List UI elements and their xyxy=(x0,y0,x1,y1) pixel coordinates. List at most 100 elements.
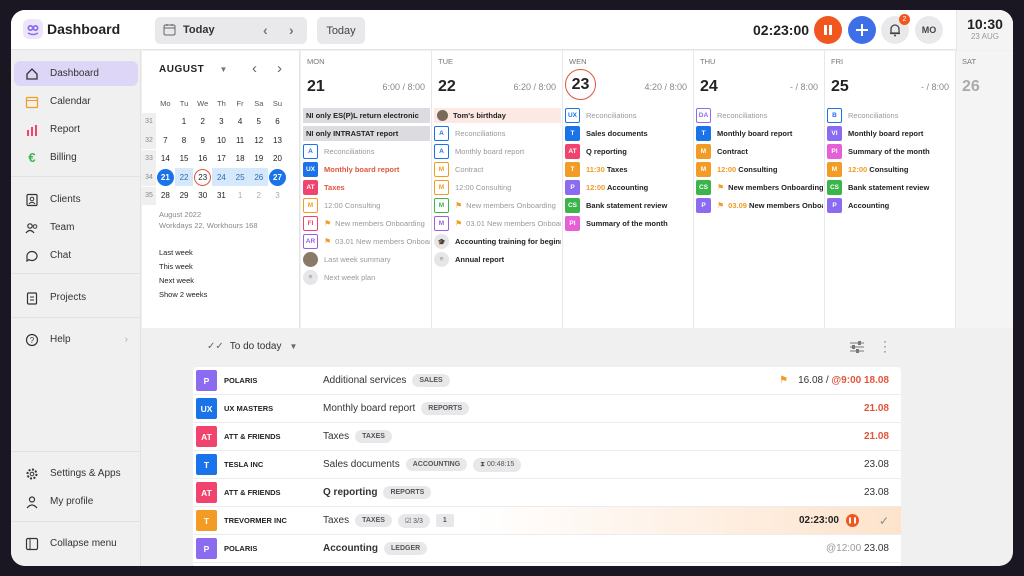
calendar-event[interactable]: PI Summary of the month xyxy=(565,216,692,231)
sidebar-item-billing[interactable]: € Billing xyxy=(14,145,138,170)
calendar-event[interactable]: M 12:00 Consulting xyxy=(827,162,954,177)
calendar-event[interactable]: A Monthly board report xyxy=(434,144,561,159)
calendar-day[interactable]: 4 xyxy=(231,113,250,131)
todo-row[interactable]: UX UX MASTERS Monthly board report REPORTS 2… xyxy=(193,395,901,423)
more-vertical-icon[interactable]: · · · xyxy=(883,335,887,357)
pause-icon[interactable]: ❚❚ xyxy=(846,514,859,527)
sidebar-item-settings-apps[interactable]: Settings & Apps xyxy=(14,461,138,486)
calendar-event[interactable]: M ⚑03.01 New members Onboarding xyxy=(434,216,561,231)
calendar-day[interactable]: 13 xyxy=(268,131,287,149)
sidebar-item-projects[interactable]: Projects xyxy=(14,285,138,310)
calendar-event[interactable]: Last week summary xyxy=(303,252,430,267)
task-name[interactable]: Monthly board report xyxy=(323,403,415,414)
week-number[interactable]: 33 xyxy=(142,149,156,168)
chevron-left-icon[interactable]: ‹ xyxy=(263,22,268,38)
shortcut-last-week[interactable]: Last week xyxy=(159,246,207,260)
calendar-event[interactable]: T Monthly board report xyxy=(696,126,823,141)
chevron-right-icon[interactable]: › xyxy=(289,22,294,38)
calendar-event[interactable]: A Reconciliations xyxy=(434,126,561,141)
calendar-event[interactable]: M Contract xyxy=(696,144,823,159)
task-name[interactable]: Taxes xyxy=(323,515,349,526)
day-column-wen[interactable]: WEN 23 4:20 / 8:00 UX Reconciliations T Sales … xyxy=(563,51,694,328)
calendar-event[interactable]: UX Monthly board report xyxy=(303,162,430,177)
calendar-event[interactable]: ≡ Annual report xyxy=(434,252,561,267)
task-name[interactable]: Q reporting xyxy=(323,487,377,498)
calendar-event[interactable]: PI Summary of the month xyxy=(827,144,954,159)
calendar-day[interactable]: 21 xyxy=(156,168,174,186)
calendar-day[interactable]: 7 xyxy=(156,131,175,149)
week-number[interactable]: 32 xyxy=(142,131,156,150)
sidebar-item-report[interactable]: Report xyxy=(14,117,138,142)
calendar-event[interactable]: P 12:00 Accounting xyxy=(565,180,692,195)
todo-row[interactable]: P POLARIS Accounting LEDGER @12:00 23.08 xyxy=(193,535,901,563)
calendar-day[interactable]: 20 xyxy=(268,150,287,168)
calendar-day[interactable]: 23 xyxy=(194,168,212,186)
day-column-thu[interactable]: THU 24 - / 8:00 DA Reconciliations T Monthly b… xyxy=(694,51,825,328)
owl-logo-icon[interactable] xyxy=(23,19,43,39)
calendar-event[interactable]: M 12:00 Consulting xyxy=(696,162,823,177)
calendar-day[interactable]: 11 xyxy=(231,131,250,149)
calendar-event[interactable]: CS ⚑ New members Onboarding xyxy=(696,180,823,195)
chevron-down-icon[interactable]: ▼ xyxy=(289,342,297,351)
filter-sliders-icon[interactable] xyxy=(849,340,865,359)
calendar-day[interactable]: 18 xyxy=(231,150,250,168)
todo-header[interactable]: ✓✓ To do today ▼ xyxy=(207,341,297,352)
calendar-event[interactable]: M ⚑ New members Onboarding xyxy=(434,198,561,213)
day-column-mon[interactable]: MON 21 6:00 / 8:00 NI only ES(P)L return el… xyxy=(301,51,432,328)
calendar-event[interactable]: CS Bank statement review xyxy=(827,180,954,195)
calendar-event[interactable]: P ⚑03.09 New members Onboarding xyxy=(696,198,823,213)
todo-row[interactable]: P POLARIS Additional services SALES ⚑ 16.08 /… xyxy=(193,367,901,395)
calendar-day[interactable]: 5 xyxy=(249,113,268,131)
calendar-event[interactable]: A Reconciliations xyxy=(303,144,430,159)
sidebar-item-collapse-menu[interactable]: Collapse menu xyxy=(14,531,138,556)
todo-row[interactable]: T TREVORMER INC Taxes TAXES ☑ 3/3 1 02:23:00 ❚❚… xyxy=(193,507,901,535)
calendar-day[interactable]: 9 xyxy=(193,131,212,149)
calendar-event[interactable]: AT Taxes xyxy=(303,180,430,195)
calendar-event[interactable]: AT Q reporting xyxy=(565,144,692,159)
calendar-event[interactable]: CS Bank statement review xyxy=(565,198,692,213)
sidebar-item-calendar[interactable]: Calendar xyxy=(14,89,138,114)
calendar-event[interactable]: T 11:30 Taxes xyxy=(565,162,692,177)
calendar-day[interactable]: 22 xyxy=(174,168,194,187)
calendar-day[interactable]: 26 xyxy=(249,168,269,187)
pause-timer-button[interactable] xyxy=(814,16,842,44)
calendar-day[interactable]: 10 xyxy=(212,131,231,149)
day-column-tue[interactable]: TUE 22 6:20 / 8:00 Tom's birthday A Reconcili… xyxy=(432,51,563,328)
calendar-day[interactable]: 15 xyxy=(175,150,194,168)
calendar-event[interactable]: FI ⚑ New members Onboarding xyxy=(303,216,430,231)
check-icon[interactable]: ✓ xyxy=(879,514,889,528)
calendar-event[interactable]: NI only INTRASTAT report xyxy=(303,126,430,141)
calendar-day[interactable]: 28 xyxy=(156,187,175,205)
chevron-right-icon[interactable]: › xyxy=(277,60,282,77)
task-name[interactable]: Additional services xyxy=(323,375,406,386)
notifications-button[interactable]: 2 xyxy=(881,14,910,44)
shortcut-next-week[interactable]: Next week xyxy=(159,274,207,288)
task-name[interactable]: Sales documents xyxy=(323,459,400,470)
sidebar-item-help[interactable]: ? Help › xyxy=(14,327,138,352)
calendar-day[interactable]: 2 xyxy=(249,187,268,205)
shortcut-this-week[interactable]: This week xyxy=(159,260,207,274)
calendar-event[interactable]: B Reconciliations xyxy=(827,108,954,123)
sidebar-item-clients[interactable]: Clients xyxy=(14,187,138,212)
month-label[interactable]: AUGUST ▼ xyxy=(159,64,228,75)
calendar-day[interactable]: 16 xyxy=(193,150,212,168)
calendar-day[interactable]: 8 xyxy=(175,131,194,149)
calendar-day[interactable]: 2 xyxy=(193,113,212,131)
week-number[interactable]: 35 xyxy=(142,186,156,205)
calendar-event[interactable]: Tom's birthday xyxy=(434,108,561,123)
calendar-event[interactable]: NI only ES(P)L return electronic xyxy=(303,108,430,123)
calendar-day[interactable]: 19 xyxy=(249,150,268,168)
calendar-day[interactable]: 27 xyxy=(268,168,286,186)
calendar-event[interactable]: M Contract xyxy=(434,162,561,177)
shortcut-show-2-weeks[interactable]: Show 2 weeks xyxy=(159,288,207,302)
calendar-day[interactable]: 31 xyxy=(212,187,231,205)
calendar-day[interactable]: 3 xyxy=(268,187,287,205)
add-button[interactable] xyxy=(848,16,876,44)
chevron-left-icon[interactable]: ‹ xyxy=(252,60,257,77)
task-name[interactable]: Taxes xyxy=(323,431,349,442)
calendar-day[interactable]: 30 xyxy=(193,187,212,205)
caret-down-icon[interactable]: ▼ xyxy=(220,65,228,74)
calendar-event[interactable]: 🎓 Accounting training for beginners xyxy=(434,234,561,249)
calendar-day[interactable]: 12 xyxy=(249,131,268,149)
sidebar-item-chat[interactable]: Chat xyxy=(14,243,138,268)
